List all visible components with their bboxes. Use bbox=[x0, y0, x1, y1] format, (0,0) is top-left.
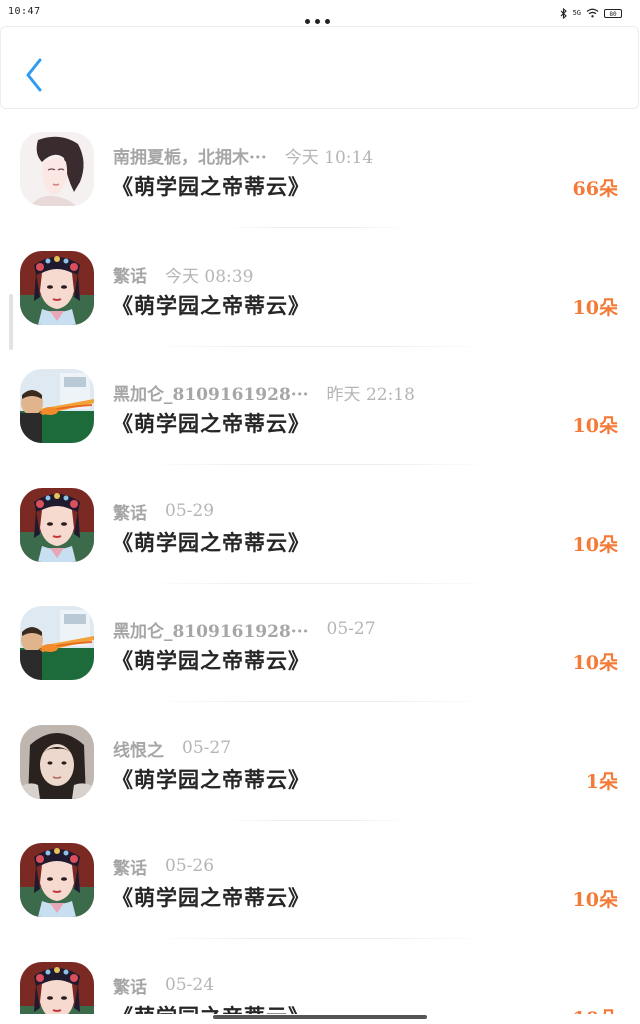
flower-count: 10朵 bbox=[572, 652, 618, 674]
avatar[interactable] bbox=[20, 962, 94, 1014]
book-title[interactable]: 《萌学园之帝蒂云》 bbox=[112, 645, 310, 675]
sent-time: 05-24 bbox=[165, 975, 215, 995]
header-bar bbox=[0, 26, 639, 109]
flower-count: 66朵 bbox=[572, 178, 618, 200]
book-title[interactable]: 《萌学园之帝蒂云》 bbox=[112, 171, 310, 201]
sender-line: 繁话 05-29 bbox=[113, 499, 215, 524]
signal-label: 5G bbox=[572, 8, 581, 17]
gift-record-item[interactable]: 南拥夏栀，北拥木··· 今天 10:14 《萌学园之帝蒂云》 66朵 bbox=[0, 110, 640, 228]
sender-line: 线恨之 05-27 bbox=[113, 736, 232, 761]
flower-count: 10朵 bbox=[572, 415, 618, 437]
gift-record-item[interactable]: 线恨之 05-27 《萌学园之帝蒂云》 1朵 bbox=[0, 703, 640, 821]
sent-time: 05-29 bbox=[165, 501, 215, 521]
sender-line: 黑加仑_8109161928··· 昨天 22:18 bbox=[113, 380, 415, 405]
book-title[interactable]: 《萌学园之帝蒂云》 bbox=[112, 882, 310, 912]
row-divider bbox=[150, 938, 490, 939]
row-divider bbox=[226, 227, 410, 228]
gift-records-screen: 10:47 5G 80 南拥夏栀，北拥木··· 今天 10:14 《萌学园之帝蒂 bbox=[0, 0, 640, 1024]
avatar[interactable] bbox=[20, 369, 94, 443]
gift-record-item[interactable]: 黑加仑_8109161928··· 昨天 22:18 《萌学园之帝蒂云》 10朵 bbox=[0, 347, 640, 465]
avatar[interactable] bbox=[20, 488, 94, 562]
sender-name[interactable]: 繁话 bbox=[113, 854, 147, 879]
wifi-icon bbox=[586, 8, 599, 18]
book-title[interactable]: 《萌学园之帝蒂云》 bbox=[112, 527, 310, 557]
bluetooth-icon bbox=[560, 7, 568, 19]
sender-name[interactable]: 繁话 bbox=[113, 262, 147, 287]
gift-record-list[interactable]: 南拥夏栀，北拥木··· 今天 10:14 《萌学园之帝蒂云》 66朵 繁话 今天… bbox=[0, 110, 640, 1014]
row-divider bbox=[150, 464, 490, 465]
flower-count: 10朵 bbox=[572, 534, 618, 556]
more-dots-icon[interactable] bbox=[305, 9, 335, 24]
battery-icon: 80 bbox=[604, 8, 622, 18]
chevron-left-icon bbox=[26, 58, 42, 92]
home-indicator[interactable] bbox=[213, 1015, 427, 1019]
sent-time: 今天 08:39 bbox=[165, 266, 254, 287]
gift-record-item[interactable]: 繁话 05-26 《萌学园之帝蒂云》 10朵 bbox=[0, 821, 640, 939]
book-title[interactable]: 《萌学园之帝蒂云》 bbox=[112, 764, 310, 794]
avatar[interactable] bbox=[20, 725, 94, 799]
sent-time: 昨天 22:18 bbox=[326, 384, 415, 405]
flower-count: 10朵 bbox=[572, 889, 618, 911]
flower-count: 10朵 bbox=[573, 1004, 618, 1014]
sender-name[interactable]: 黑加仑_8109161928··· bbox=[113, 617, 309, 642]
sent-time: 05-27 bbox=[182, 738, 232, 758]
sender-line: 繁话 05-24 bbox=[113, 973, 215, 998]
avatar[interactable] bbox=[20, 606, 94, 680]
sender-line: 繁话 05-26 bbox=[113, 854, 215, 879]
sender-line: 黑加仑_8109161928··· 05-27 bbox=[113, 617, 376, 642]
back-button[interactable] bbox=[21, 57, 51, 93]
status-time: 10:47 bbox=[8, 6, 41, 17]
sender-name[interactable]: 黑加仑_8109161928··· bbox=[113, 380, 309, 405]
sent-time: 今天 10:14 bbox=[284, 147, 374, 168]
flower-count: 10朵 bbox=[572, 297, 618, 319]
book-title[interactable]: 《萌学园之帝蒂云》 bbox=[112, 290, 310, 320]
gift-record-item[interactable]: 黑加仑_8109161928··· 05-27 《萌学园之帝蒂云》 10朵 bbox=[0, 584, 640, 702]
avatar[interactable] bbox=[20, 843, 94, 917]
scroll-indicator bbox=[9, 294, 13, 350]
sent-time: 05-26 bbox=[165, 856, 215, 876]
flower-count: 1朵 bbox=[585, 771, 618, 793]
sent-time: 05-27 bbox=[326, 619, 376, 639]
status-icons: 5G 80 bbox=[560, 6, 622, 20]
gift-record-item[interactable]: 繁话 05-29 《萌学园之帝蒂云》 10朵 bbox=[0, 466, 640, 584]
sender-line: 南拥夏栀，北拥木··· 今天 10:14 bbox=[113, 143, 374, 168]
book-title[interactable]: 《萌学园之帝蒂云》 bbox=[112, 1001, 310, 1014]
gift-record-item[interactable]: 繁话 05-24 《萌学园之帝蒂云》 10朵 bbox=[0, 940, 640, 1014]
sender-name[interactable]: 线恨之 bbox=[113, 736, 164, 761]
sender-name[interactable]: 繁话 bbox=[113, 499, 147, 524]
sender-line: 繁话 今天 08:39 bbox=[113, 262, 254, 287]
sender-name[interactable]: 南拥夏栀，北拥木··· bbox=[113, 143, 267, 168]
sender-name[interactable]: 繁话 bbox=[113, 973, 147, 998]
row-divider bbox=[150, 701, 490, 702]
status-bar: 10:47 5G 80 bbox=[0, 0, 640, 26]
gift-record-item[interactable]: 繁话 今天 08:39 《萌学园之帝蒂云》 10朵 bbox=[0, 229, 640, 347]
avatar[interactable] bbox=[20, 251, 94, 325]
avatar[interactable] bbox=[20, 132, 94, 206]
book-title[interactable]: 《萌学园之帝蒂云》 bbox=[112, 408, 310, 438]
